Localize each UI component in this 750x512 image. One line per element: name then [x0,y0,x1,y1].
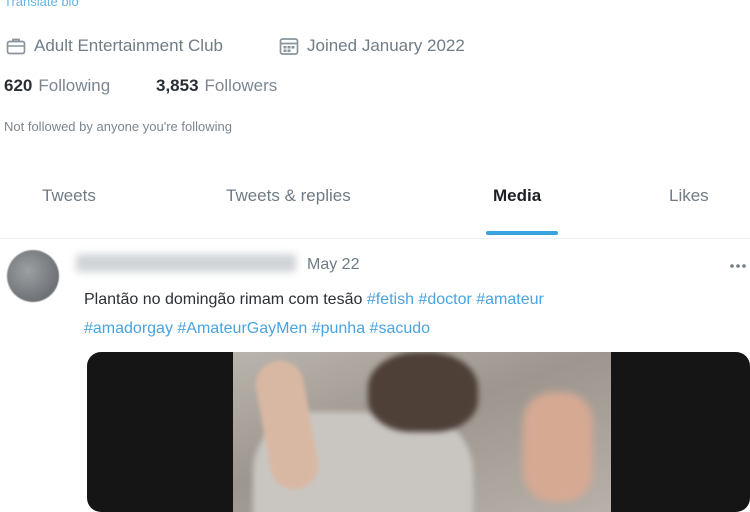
profile-joined-label: Joined January 2022 [307,36,465,55]
hashtag-link[interactable]: #fetish [367,291,414,308]
hashtag-link[interactable]: #AmateurGayMen [177,320,307,337]
followers-label: Followers [204,76,278,95]
translate-bio-link[interactable]: Translate bio [4,0,79,9]
tab-tweets-replies[interactable]: Tweets & replies [226,186,351,206]
followers-link[interactable]: 3,853 Followers [156,76,277,96]
followers-count: 3,853 [156,76,199,95]
hashtag-link[interactable]: #punha [312,320,365,337]
following-count: 620 [4,76,33,95]
briefcase-icon [6,38,26,55]
tabs-divider [0,238,750,239]
tab-media[interactable]: Media [493,186,541,206]
calendar-icon [279,38,299,55]
avatar[interactable] [7,250,59,302]
video-content [368,352,478,432]
hashtag-link[interactable]: #sacudo [370,320,431,337]
author-name-redacted[interactable] [76,254,296,272]
following-label: Following [38,76,111,95]
profile-category: Adult Entertainment Club [6,35,223,57]
video-frame [233,352,611,512]
video-content [523,392,593,502]
more-horizontal-icon[interactable] [728,255,748,280]
hashtag-link[interactable]: #doctor [418,291,471,308]
active-tab-indicator [486,231,558,235]
profile-category-label: Adult Entertainment Club [34,36,223,55]
tweet-media[interactable] [87,352,750,512]
tweet-date[interactable]: May 22 [307,256,359,274]
tab-likes[interactable]: Likes [669,186,709,206]
tweet-body: Plantão no domingão rimam com tesão [84,291,363,308]
profile-joined: Joined January 2022 [279,35,465,57]
tab-tweets[interactable]: Tweets [42,186,96,206]
tweet-text: Plantão no domingão rimam com tesão #fet… [84,285,724,343]
following-link[interactable]: 620 Following [4,76,110,96]
hashtag-link[interactable]: #amadorgay [84,320,173,337]
not-followed-note: Not followed by anyone you're following [4,119,232,134]
hashtag-link[interactable]: #amateur [476,291,544,308]
